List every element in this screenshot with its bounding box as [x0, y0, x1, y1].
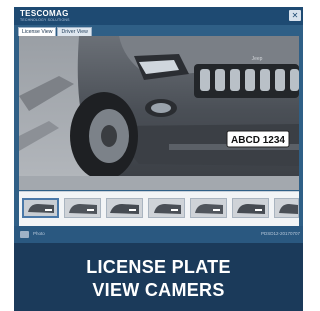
thumbnail-strip: [19, 191, 299, 226]
brand-subtitle: TECHNOLOGY SOLUTIONS: [20, 18, 70, 22]
status-right-text: PDSD12-20170707: [260, 231, 300, 236]
caption-line-1: LICENSE PLATE: [86, 257, 231, 277]
thumbnail[interactable]: [22, 198, 59, 218]
product-card: TESCOMAG TECHNOLOGY SOLUTIONS ✕ License …: [14, 7, 303, 311]
tab-driver-view[interactable]: Driver View: [57, 27, 92, 36]
title-bar: TESCOMAG TECHNOLOGY SOLUTIONS ✕: [14, 7, 303, 25]
status-bar: Photo PDSD12-20170707: [14, 226, 303, 243]
status-left-text: Photo: [33, 231, 45, 236]
brand-logo: TESCOMAG: [20, 9, 69, 18]
thumbnail[interactable]: [190, 198, 227, 218]
thumbnail[interactable]: [148, 198, 185, 218]
caption-banner: LICENSE PLATE VIEW CAMERS: [14, 243, 303, 311]
camera-view: ABCD 1234 Jeep: [19, 36, 299, 190]
camera-icon: [20, 231, 29, 238]
app-window: TESCOMAG TECHNOLOGY SOLUTIONS ✕ License …: [14, 7, 303, 243]
thumbnail[interactable]: [274, 198, 299, 218]
grille-badge: Jeep: [252, 56, 263, 62]
caption-line-2: VIEW CAMERS: [92, 280, 225, 300]
car-front-image: ABCD 1234 Jeep: [19, 36, 299, 190]
license-plate-text: ABCD 1234: [231, 135, 285, 146]
thumbnail[interactable]: [64, 198, 101, 218]
thumbnail[interactable]: [232, 198, 269, 218]
close-icon[interactable]: ✕: [289, 10, 301, 21]
thumbnail[interactable]: [106, 198, 143, 218]
tab-license-view[interactable]: License View: [18, 27, 57, 36]
page-margin: [0, 0, 14, 311]
view-tabs: License View Driver View: [18, 27, 92, 36]
